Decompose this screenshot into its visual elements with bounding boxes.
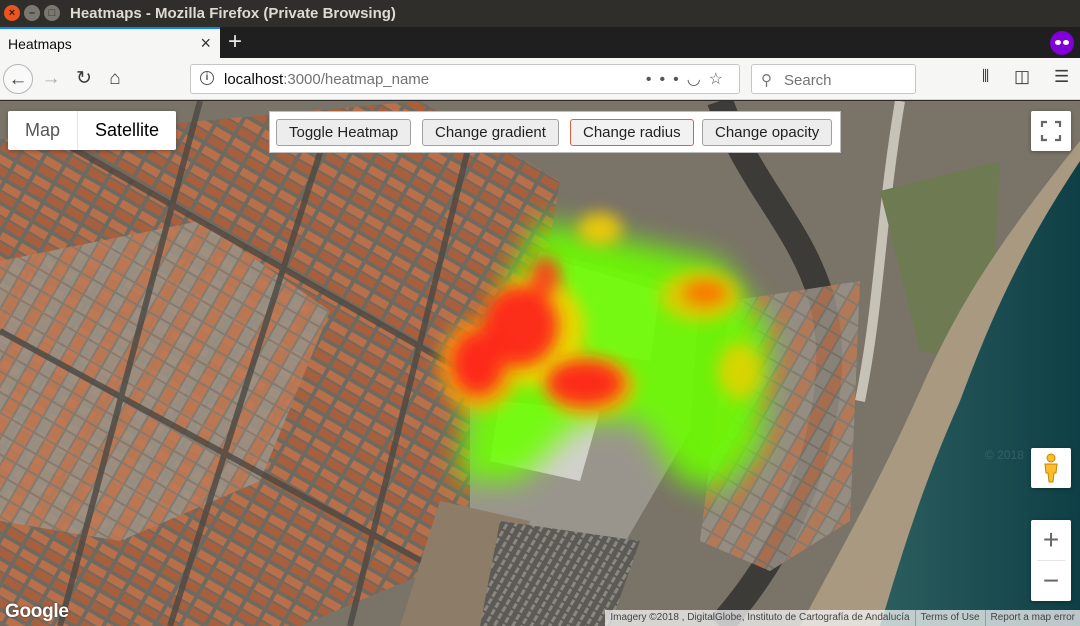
bookmark-star-icon[interactable]: ☆ [709,71,731,88]
toggle-heatmap-button[interactable]: Toggle Heatmap [276,119,412,146]
map-canvas[interactable]: Map Satellite Toggle Heatmap Change grad… [0,101,1080,626]
new-tab-icon[interactable]: + [228,28,242,56]
map-type-map-button[interactable]: Map [8,111,77,150]
map-type-control: Map Satellite [8,111,177,150]
minimize-icon[interactable]: – [24,5,40,21]
private-browsing-icon [1050,31,1074,55]
street-view-button[interactable] [1031,448,1071,488]
report-map-error-link[interactable]: Report a map error [984,610,1080,626]
change-radius-button[interactable]: Change radius [570,119,694,146]
navigation-toolbar: ← → ↻ ⌂ i localhost:3000/heatmap_name ••… [0,58,1080,100]
map-type-satellite-button[interactable]: Satellite [77,111,176,150]
tab-title: Heatmaps [8,36,72,52]
url-host: localhost [224,71,284,88]
fullscreen-button[interactable] [1031,111,1071,151]
url-text[interactable]: localhost:3000/heatmap_name [224,71,429,88]
url-path: :3000/heatmap_name [283,71,430,88]
fullscreen-icon [1040,120,1062,142]
info-icon[interactable]: i [200,71,214,85]
window-titlebar: × – □ Heatmaps - Mozilla Firefox (Privat… [0,0,1080,27]
reload-icon[interactable]: ↻ [69,64,99,94]
google-logo[interactable]: Google [5,601,69,623]
search-placeholder: Search [784,72,832,89]
tab-heatmaps[interactable]: Heatmaps × [0,27,220,58]
maximize-icon[interactable]: □ [44,5,60,21]
close-icon[interactable]: × [4,5,20,21]
imagery-watermark: © 2018 [985,448,1024,462]
terms-of-use-link[interactable]: Terms of Use [914,610,985,626]
menu-icon[interactable]: ☰ [1054,67,1069,87]
change-opacity-button[interactable]: Change opacity [702,119,833,146]
imagery-credit: Imagery ©2018 , DigitalGlobe, Instituto … [610,612,910,623]
tab-strip: Heatmaps × + [0,27,1080,58]
home-icon[interactable]: ⌂ [100,64,130,94]
zoom-control: + − [1031,520,1071,601]
heatmap-controls-panel: Toggle Heatmap Change gradient Change ra… [269,111,841,153]
satellite-imagery [0,101,1080,626]
library-icon[interactable]: ⫴ [982,67,989,87]
forward-icon[interactable]: → [36,64,66,94]
back-icon[interactable]: ← [3,64,33,94]
sidebar-icon[interactable]: ◫ [1014,67,1030,87]
pegman-icon [1044,453,1058,483]
change-gradient-button[interactable]: Change gradient [422,119,559,146]
window-title: Heatmaps - Mozilla Firefox (Private Brow… [70,5,396,22]
search-icon: ⚲ [761,72,772,89]
pocket-icon[interactable]: ◡ [687,71,709,88]
zoom-in-button[interactable]: + [1031,520,1071,560]
zoom-out-button[interactable]: − [1031,561,1071,601]
url-bar[interactable]: i localhost:3000/heatmap_name •••◡☆ [190,64,740,94]
map-attribution: Imagery ©2018 , DigitalGlobe, Instituto … [605,610,1080,626]
search-input[interactable]: ⚲ Search [751,64,916,94]
page-actions-icon[interactable]: ••• [646,71,687,88]
tab-close-icon[interactable]: × [200,33,211,54]
